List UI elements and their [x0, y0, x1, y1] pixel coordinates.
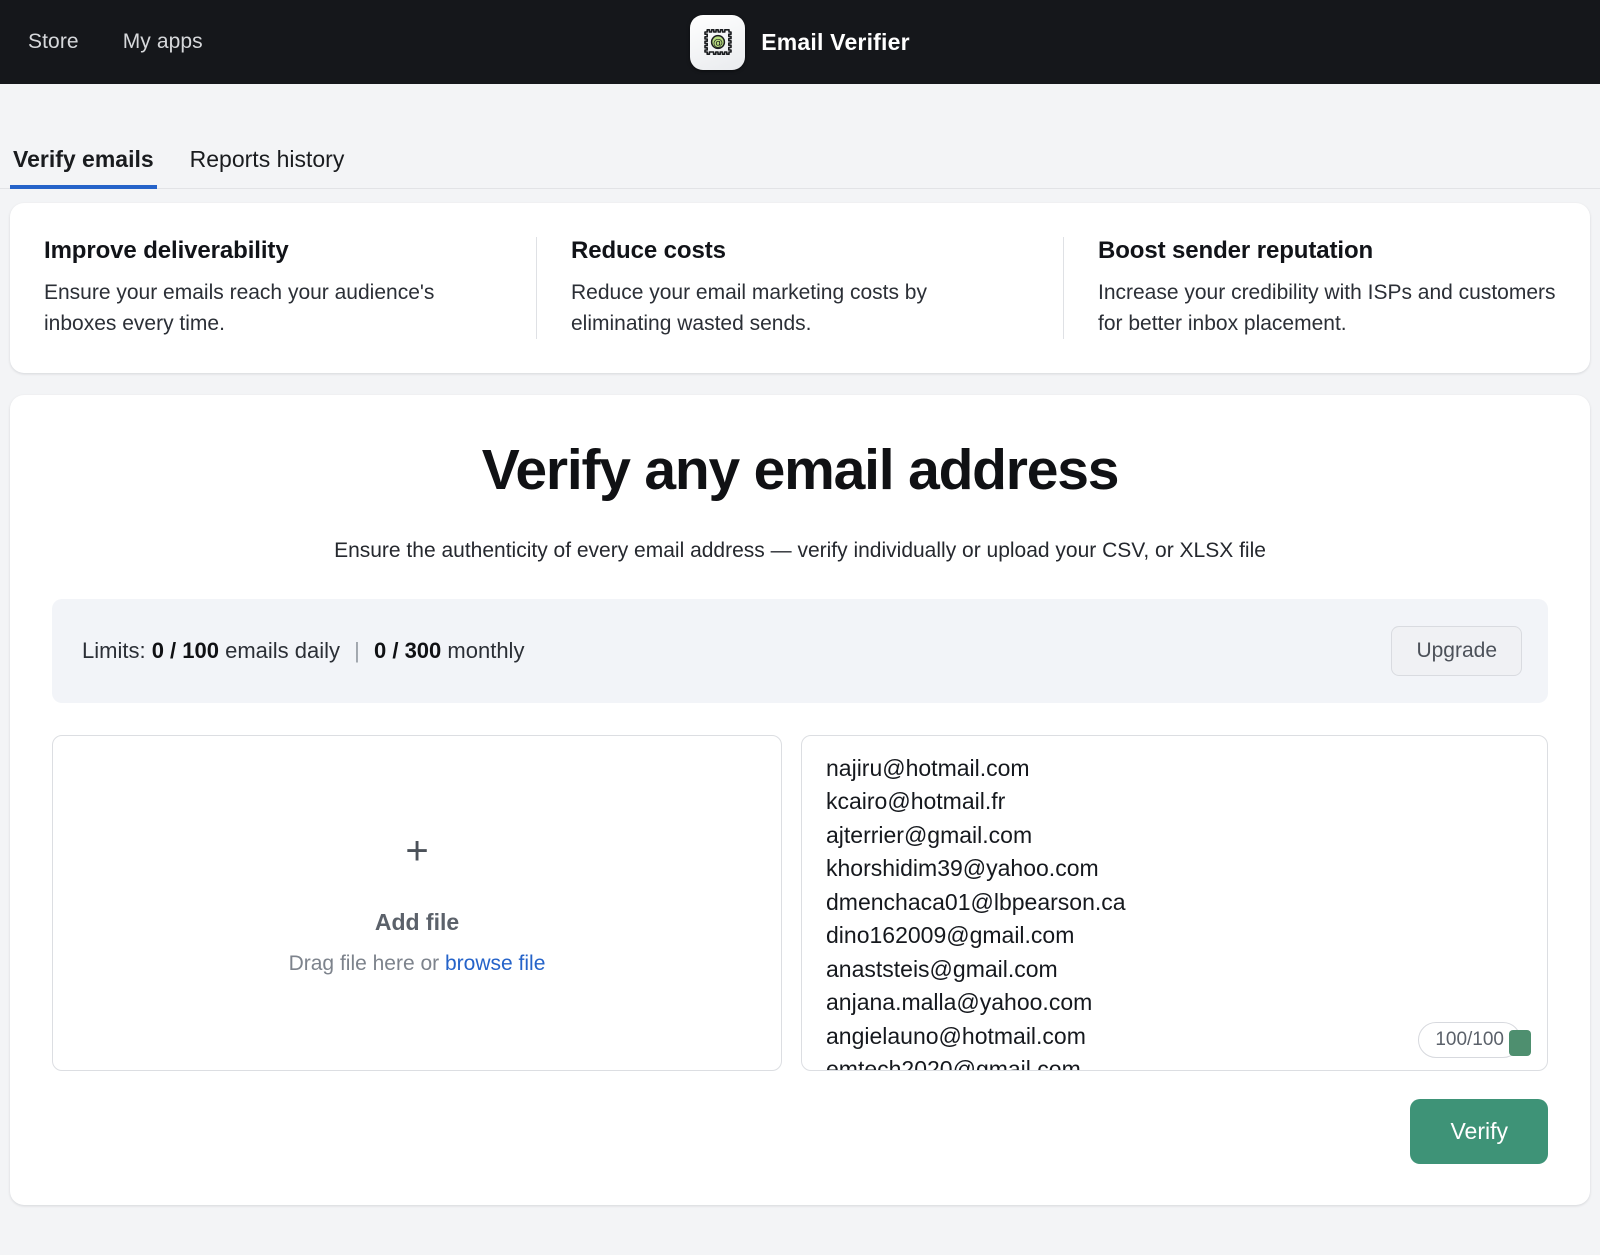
dropzone-hint-text: Drag file here or — [289, 952, 445, 975]
benefit-title: Improve deliverability — [44, 237, 502, 265]
limits-bar: Limits: 0 / 100 emails daily | 0 / 300 m… — [52, 599, 1548, 703]
page-subtitle: Ensure the authenticity of every email a… — [52, 539, 1548, 563]
tab-verify-emails[interactable]: Verify emails — [10, 146, 157, 189]
benefit-boost-sender-reputation: Boost sender reputation Increase your cr… — [1063, 237, 1590, 339]
nav-link-my-apps[interactable]: My apps — [123, 30, 203, 54]
svg-text:@: @ — [713, 38, 723, 49]
limits-daily-label: emails daily — [225, 638, 340, 663]
add-file-label: Add file — [375, 909, 459, 936]
email-list-content: najiru@hotmail.com kcairo@hotmail.fr ajt… — [826, 735, 1521, 1071]
topbar-links: Store My apps — [0, 30, 203, 54]
limits-text: Limits: 0 / 100 emails daily | 0 / 300 m… — [82, 638, 524, 664]
verify-button[interactable]: Verify — [1410, 1099, 1548, 1164]
stamp-at-icon: @ — [690, 15, 745, 70]
textarea-scrollbar-thumb[interactable] — [1509, 1030, 1531, 1056]
character-counter-badge: 100/100 — [1418, 1022, 1521, 1058]
file-dropzone[interactable]: + Add file Drag file here or browse file — [52, 735, 782, 1071]
limits-monthly-value: 0 / 300 — [374, 638, 441, 663]
page-title: Verify any email address — [52, 437, 1548, 503]
benefit-title: Reduce costs — [571, 237, 1029, 265]
verify-action-row: Verify — [10, 1071, 1590, 1164]
plus-icon: + — [405, 831, 428, 871]
benefit-description: Reduce your email marketing costs by eli… — [571, 278, 1029, 339]
limits-separator: | — [354, 638, 360, 664]
top-navigation-bar: Store My apps @ Email Verifier — [0, 0, 1600, 84]
tab-reports-history[interactable]: Reports history — [187, 146, 348, 189]
browse-file-link[interactable]: browse file — [445, 952, 545, 975]
page-content: Improve deliverability Ensure your email… — [0, 189, 1600, 1205]
benefit-reduce-costs: Reduce costs Reduce your email marketing… — [536, 237, 1063, 339]
verification-panel: Verify any email address Ensure the auth… — [10, 395, 1590, 1205]
dropzone-hint: Drag file here or browse file — [289, 952, 546, 976]
app-title: Email Verifier — [761, 29, 910, 56]
benefit-description: Ensure your emails reach your audience's… — [44, 278, 502, 339]
nav-link-store[interactable]: Store — [28, 30, 79, 54]
benefits-card: Improve deliverability Ensure your email… — [10, 203, 1590, 373]
limits-monthly-label: monthly — [447, 638, 524, 663]
benefit-title: Boost sender reputation — [1098, 237, 1556, 265]
benefit-improve-deliverability: Improve deliverability Ensure your email… — [10, 237, 536, 339]
input-row: + Add file Drag file here or browse file… — [52, 735, 1548, 1071]
topbar-app-identity: @ Email Verifier — [0, 0, 1600, 84]
limits-daily-value: 0 / 100 — [152, 638, 219, 663]
tab-bar: Verify emails Reports history — [0, 84, 1600, 189]
email-textarea[interactable]: najiru@hotmail.com kcairo@hotmail.fr ajt… — [801, 735, 1548, 1071]
benefit-description: Increase your credibility with ISPs and … — [1098, 278, 1556, 339]
upgrade-button[interactable]: Upgrade — [1391, 626, 1522, 676]
limits-prefix: Limits: — [82, 638, 146, 663]
